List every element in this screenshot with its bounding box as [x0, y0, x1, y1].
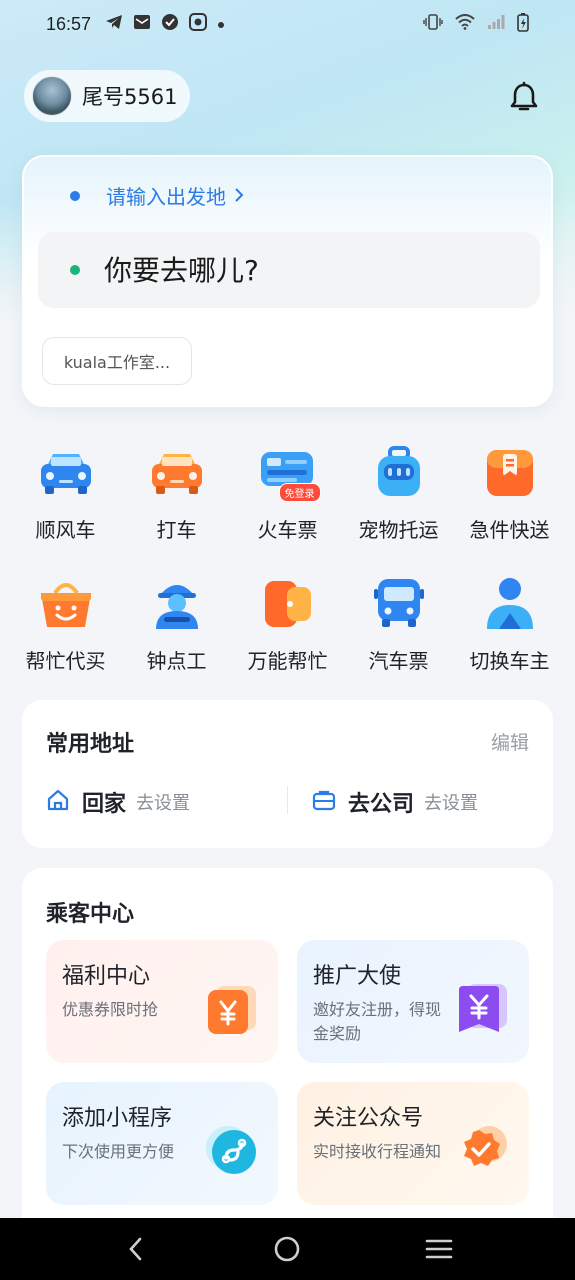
status-bar: 16:57	[0, 0, 575, 48]
account-pill[interactable]: 尾号5561	[24, 70, 190, 122]
section-title: 常用地址	[46, 732, 135, 757]
edit-addresses-button[interactable]: 编辑	[491, 728, 529, 755]
follow-official-account-tile[interactable]: 关注公众号 实时接收行程通知	[297, 1082, 529, 1205]
worker-icon	[146, 573, 208, 635]
welfare-center-tile[interactable]: 福利中心 优惠券限时抢	[46, 940, 278, 1063]
recents-menu-icon[interactable]	[417, 1227, 461, 1271]
service-carpool[interactable]: 顺风车	[10, 442, 121, 543]
service-label: 汽车票	[368, 649, 429, 673]
mini-program-icon	[204, 1122, 260, 1178]
wifi-icon	[455, 13, 475, 35]
service-universal-help[interactable]: 万能帮忙	[232, 573, 343, 674]
avatar[interactable]	[32, 76, 72, 116]
train-ticket-icon: 免登录	[257, 442, 321, 504]
service-pet-transport[interactable]: 宠物托运	[343, 442, 454, 543]
service-bus-ticket[interactable]: 汽车票	[343, 573, 454, 674]
service-switch-driver[interactable]: 切换车主	[454, 573, 565, 674]
home-address-row[interactable]: 回家 去设置	[46, 786, 190, 818]
system-navigation-bar	[0, 1218, 575, 1280]
express-delivery-icon	[479, 442, 541, 504]
pet-carrier-icon	[368, 442, 430, 504]
status-right-icons	[423, 12, 529, 37]
promotion-ambassador-tile[interactable]: 推广大使 邀好友注册，得现金奖励	[297, 940, 529, 1063]
service-label: 切换车主	[469, 649, 550, 673]
reward-yen-icon	[455, 980, 511, 1036]
verified-badge-icon	[455, 1122, 511, 1178]
coupon-yen-icon	[204, 980, 260, 1036]
service-label: 急件快送	[469, 518, 550, 542]
work-setup-label: 去设置	[424, 793, 479, 814]
signal-icon	[487, 14, 505, 35]
vibrate-icon	[423, 13, 443, 35]
service-hourly-worker[interactable]: 钟点工	[121, 573, 232, 674]
back-icon[interactable]	[114, 1227, 158, 1271]
briefcase-icon	[312, 788, 336, 816]
address-divider	[287, 786, 288, 814]
service-label: 万能帮忙	[247, 649, 328, 673]
common-addresses-card: 常用地址 编辑 回家 去设置 去公司 去设置	[22, 700, 553, 848]
work-address-row[interactable]: 去公司 去设置	[312, 786, 478, 818]
trip-search-card: 请输入出发地 kuala工作室...	[22, 155, 553, 407]
carpool-car-icon	[35, 442, 97, 504]
shopping-basket-icon	[35, 573, 97, 635]
section-title: 乘客中心	[46, 902, 135, 927]
service-express-delivery[interactable]: 急件快送	[454, 442, 565, 543]
home-label: 回家	[82, 792, 127, 817]
chevron-right-icon	[234, 184, 244, 208]
destination-input[interactable]	[104, 253, 484, 287]
bell-icon[interactable]	[504, 78, 544, 118]
helper-icon	[257, 573, 319, 635]
service-label: 顺风车	[35, 518, 96, 542]
service-label: 钟点工	[146, 649, 207, 673]
passenger-center-card: 乘客中心 福利中心 优惠券限时抢 推广大使 邀好友注册，得现金奖励 添加小程序 …	[22, 868, 553, 1218]
service-label: 火车票	[257, 518, 318, 542]
recent-place-chip[interactable]: kuala工作室...	[42, 337, 192, 385]
service-label: 宠物托运	[358, 518, 439, 542]
destination-dot-icon	[70, 265, 80, 275]
origin-prompt: 请输入出发地	[106, 185, 226, 209]
dot-icon	[217, 15, 225, 33]
service-label: 帮忙代买	[25, 649, 106, 673]
battery-charging-icon	[517, 12, 529, 37]
origin-dot-icon	[70, 190, 80, 201]
service-buy-for-me[interactable]: 帮忙代买	[10, 573, 121, 674]
home-icon	[46, 788, 70, 816]
check-circle-icon	[161, 13, 179, 35]
work-label: 去公司	[348, 792, 415, 817]
bus-icon	[368, 573, 430, 635]
gallery-icon	[189, 13, 208, 35]
service-label: 打车	[156, 518, 197, 542]
tile-subtitle: 优惠券限时抢	[62, 1000, 159, 1019]
service-train-ticket[interactable]: 免登录 火车票	[232, 442, 343, 543]
free-login-badge: 免登录	[278, 483, 321, 502]
home-circle-icon[interactable]	[265, 1227, 309, 1271]
add-mini-program-tile[interactable]: 添加小程序 下次使用更方便	[46, 1082, 278, 1205]
origin-selector[interactable]: 请输入出发地	[70, 181, 244, 210]
account-label: 尾号5561	[82, 85, 178, 109]
status-time: 16:57	[46, 13, 92, 34]
tile-subtitle: 邀好友注册，得现金奖励	[313, 1000, 442, 1043]
switch-driver-icon	[479, 573, 541, 635]
telegram-icon	[105, 14, 123, 34]
taxi-icon	[146, 442, 208, 504]
tile-subtitle: 实时接收行程通知	[313, 1142, 442, 1161]
destination-field[interactable]	[38, 232, 540, 308]
tile-subtitle: 下次使用更方便	[62, 1142, 175, 1161]
service-taxi[interactable]: 打车	[121, 442, 232, 543]
service-grid: 顺风车 打车 免登录 火车票 宠物托运 急件快送 帮忙代买 钟点工 万能帮忙 汽…	[10, 442, 565, 674]
mail-icon	[133, 13, 151, 35]
home-setup-label: 去设置	[136, 793, 191, 814]
